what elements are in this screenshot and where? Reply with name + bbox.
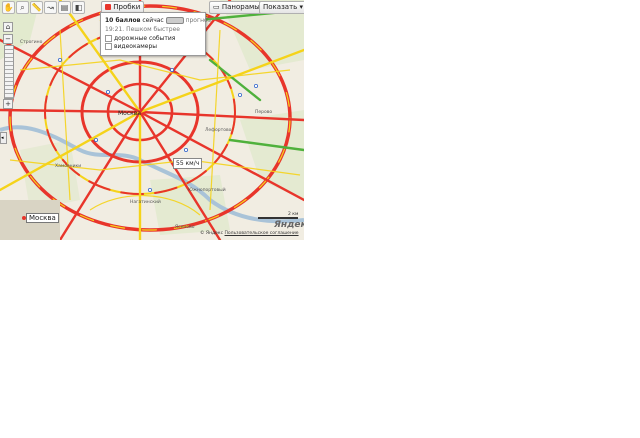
events-label: дорожные события: [114, 35, 176, 42]
arrow-left-icon: ◂: [1, 135, 4, 141]
show-dropdown-button[interactable]: Показать ▾: [259, 1, 304, 14]
map-label-center: Москва: [118, 110, 141, 117]
ruler-icon: 📏: [31, 3, 42, 12]
layers-icon: ◧: [74, 3, 83, 12]
print-icon: ▤: [60, 3, 69, 12]
collapse-arrow-button[interactable]: ◂: [0, 132, 7, 144]
cameras-label: видеокамеры: [114, 43, 158, 50]
move-tool-button[interactable]: ✋: [2, 1, 15, 14]
ruler-button[interactable]: 📏: [30, 1, 43, 14]
compass-icon: ⌂: [5, 23, 11, 31]
zoom-in-button[interactable]: +: [3, 99, 13, 109]
traffic-popup: 10 баллов сейчас прогноз 19:21. Пешком б…: [100, 12, 211, 56]
events-checkbox[interactable]: [105, 35, 112, 42]
speed-label: 55 км/ч: [173, 158, 203, 169]
zoom-out-button[interactable]: −: [3, 34, 13, 44]
map-label-perovo: Перово: [255, 110, 273, 115]
copyright-text: © Яндекс: [200, 231, 224, 236]
user-agreement-link[interactable]: Пользовательское соглашение: [225, 231, 299, 236]
map-label-yasenevo: Ясенево: [175, 225, 195, 230]
traffic-now-label[interactable]: сейчас: [142, 17, 163, 24]
print-button[interactable]: ▤: [58, 1, 71, 14]
traffic-forecast-label[interactable]: прогноз: [186, 17, 211, 24]
yandex-logo: Яндекс: [274, 220, 304, 230]
show-label: Показать: [263, 3, 298, 11]
plus-icon: +: [5, 100, 11, 108]
map-label-khamovniki: Хамовники: [55, 164, 82, 169]
traffic-light-icon: [105, 4, 111, 10]
layers-button[interactable]: ◧: [72, 1, 85, 14]
minus-icon: −: [5, 35, 11, 43]
cameras-option[interactable]: видеокамеры: [105, 43, 157, 50]
cameras-checkbox[interactable]: [105, 43, 112, 50]
panoramas-button[interactable]: ▭ Панорамы: [209, 1, 264, 14]
traffic-label: Пробки: [113, 3, 141, 11]
map-label-lefortovo: Лефортово: [205, 128, 232, 133]
events-option[interactable]: дорожные события: [105, 35, 175, 42]
map-label-nagatinsky: Нагатинский: [130, 200, 161, 205]
magnifier-icon: ⌕: [20, 3, 25, 12]
map-label-strogino: Строгино: [20, 40, 43, 45]
pan-control[interactable]: ⌂: [3, 22, 13, 32]
route-icon: ↝: [47, 3, 54, 12]
magnifier-button[interactable]: ⌕: [16, 1, 29, 14]
hand-icon: ✋: [3, 3, 14, 12]
traffic-score: 10 баллов: [105, 17, 141, 24]
traffic-updated: 19:21. Пешком быстрее: [105, 26, 180, 33]
map-label-yuzhnoportovy: Южнопортовый: [188, 188, 226, 193]
route-button[interactable]: ↝: [44, 1, 57, 14]
chevron-down-icon: ▾: [299, 3, 304, 11]
city-label: Москва: [26, 213, 59, 223]
scale-label: 2 км: [288, 212, 299, 217]
map-footer: © Яндекс Пользовательское соглашение: [200, 231, 299, 236]
traffic-map[interactable]: Москва Хамовники Нагатинский Ясенево Стр…: [0, 0, 304, 240]
now-forecast-toggle[interactable]: [165, 17, 184, 24]
zoom-slider[interactable]: [4, 45, 14, 99]
panorama-icon: ▭: [213, 3, 220, 11]
panoramas-label: Панорамы: [221, 3, 260, 11]
